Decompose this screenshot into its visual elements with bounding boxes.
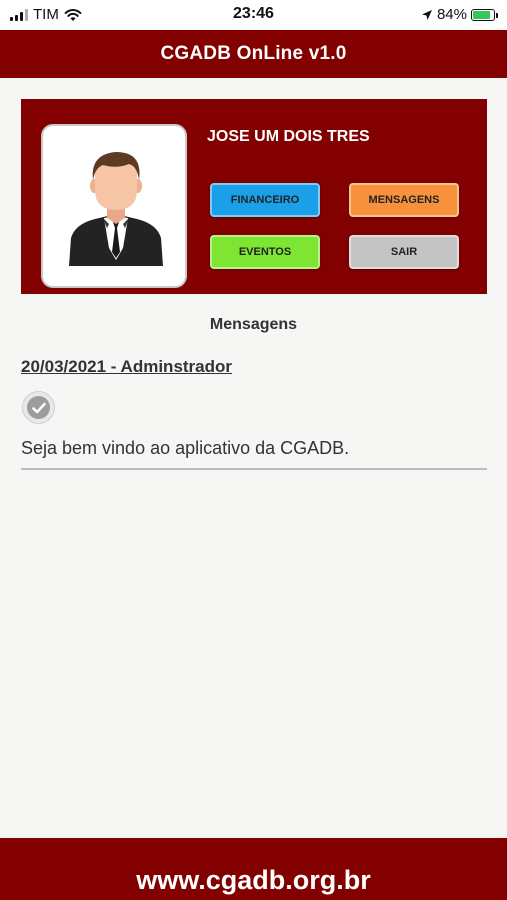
eventos-button[interactable]: EVENTOS <box>210 235 320 269</box>
message-text: Seja bem vindo ao aplicativo da CGADB. <box>21 438 350 458</box>
avatar <box>41 124 187 288</box>
sair-button[interactable]: SAIR <box>349 235 459 269</box>
footer: www.cgadb.org.br <box>0 838 507 900</box>
message-divider <box>21 468 487 470</box>
battery-icon <box>471 8 498 21</box>
battery-percent: 84% <box>436 6 467 23</box>
status-bar: TIM 23:46 84% <box>0 0 507 30</box>
status-right: 84% <box>421 6 498 23</box>
app-title: CGADB OnLine v1.0 <box>160 43 347 64</box>
messages-section-title: Mensagens <box>209 316 298 333</box>
location-icon <box>421 9 432 20</box>
man-in-suit-avatar-icon <box>69 152 163 266</box>
mensagens-button[interactable]: MENSAGENS <box>349 183 459 217</box>
user-name: JOSE UM DOIS TRES <box>207 128 370 145</box>
check-icon[interactable] <box>22 391 55 424</box>
footer-url[interactable]: www.cgadb.org.br <box>136 865 371 896</box>
message-header[interactable]: 20/03/2021 - Adminstrador <box>21 357 232 377</box>
app-header: CGADB OnLine v1.0 <box>0 30 507 78</box>
financeiro-button[interactable]: FINANCEIRO <box>210 183 320 217</box>
profile-panel: JOSE UM DOIS TRES FINANCEIRO MENSAGENS E… <box>21 99 487 294</box>
